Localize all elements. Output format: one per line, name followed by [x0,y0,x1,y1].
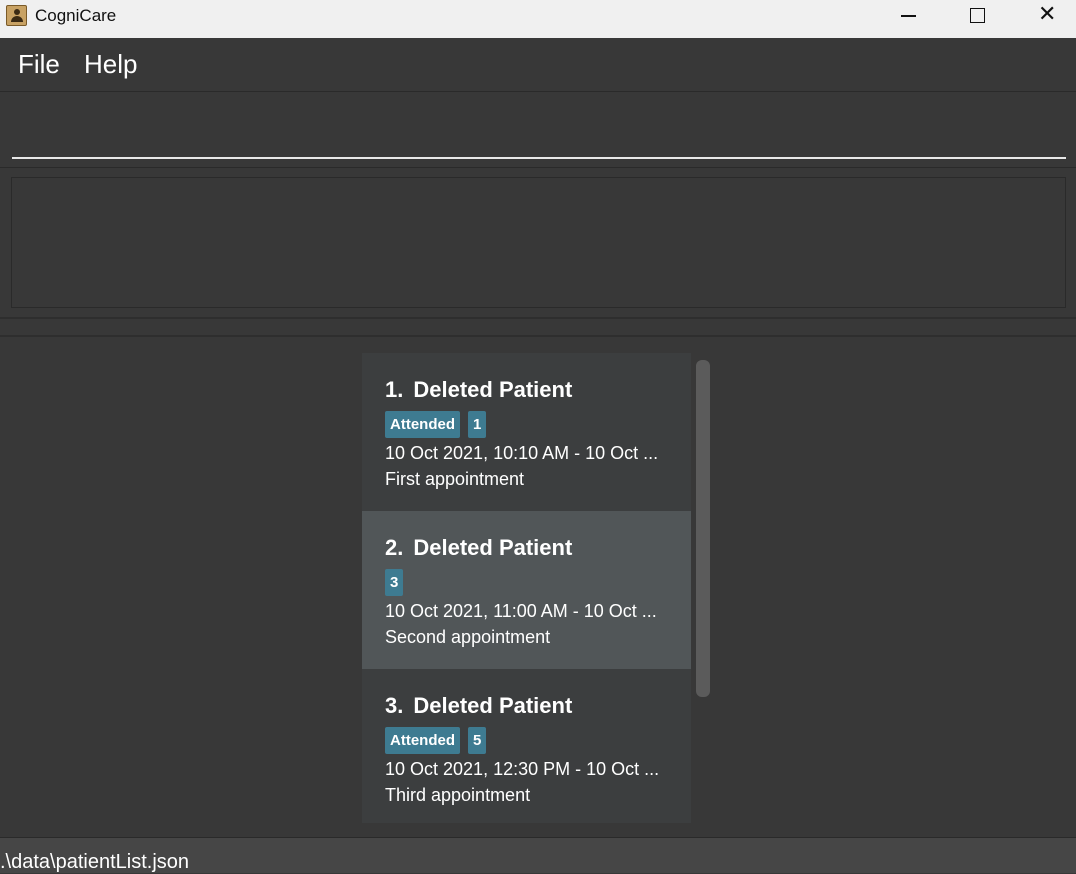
appointment-list-panel: 1. Deleted Patient Attended 1 10 Oct 2021, 1… [0,337,1076,837]
patient-name: Deleted Patient [413,535,573,560]
tag-row: Attended 1 [385,411,494,439]
tag-badge: 1 [468,411,487,438]
tag-badge: 3 [385,569,404,596]
window-title: CogniCare [35,6,117,25]
patient-name: Deleted Patient [413,693,573,718]
command-input[interactable] [12,103,1066,159]
appointment-index: 1. [385,377,404,402]
tag-row: Attended 5 [385,727,494,755]
appointment-index: 2. [385,535,404,560]
command-box-panel [0,93,1076,168]
close-button[interactable]: ✕ [1013,0,1076,32]
appointment-card[interactable]: 3. Deleted Patient Attended 5 10 Oct 2021, 1… [362,669,691,823]
close-icon: ✕ [1038,2,1057,27]
appointment-card[interactable]: 1. Deleted Patient Attended 1 10 Oct 2021, 1… [362,353,691,511]
appointment-card[interactable]: 2. Deleted Patient 3 10 Oct 2021, 11:00 AM … [362,511,691,669]
title-bar: CogniCare ✕ [0,0,1076,38]
minimize-button[interactable] [874,0,942,32]
appointment-description: First appointment [385,469,525,489]
appointment-description: Third appointment [385,785,531,805]
tag-row: 3 [385,569,411,597]
menu-bar: File Help [0,38,1076,92]
list-scrollbar[interactable] [696,360,710,697]
tag-badge: Attended [385,411,460,438]
contact-book-icon [6,5,27,26]
menu-file[interactable]: File [18,49,60,80]
appointment-time: 10 Oct 2021, 12:30 PM - 10 Oct ... [385,759,660,779]
appointment-time: 10 Oct 2021, 11:00 AM - 10 Oct ... [385,601,657,621]
maximize-icon [970,8,985,23]
appointment-time: 10 Oct 2021, 10:10 AM - 10 Oct ... [385,443,659,463]
tag-badge: Attended [385,727,460,754]
tag-badge: 5 [468,727,487,754]
appointment-index: 3. [385,693,404,718]
panel-divider [0,317,1076,337]
appointment-title: 3. Deleted Patient [385,693,572,719]
status-bar: .\data\patientList.json [0,837,1076,873]
menu-help[interactable]: Help [84,49,137,80]
result-display-panel [0,169,1076,317]
maximize-button[interactable] [943,0,1011,32]
appointment-description: Second appointment [385,627,551,647]
appointment-list[interactable]: 1. Deleted Patient Attended 1 10 Oct 2021, 1… [362,353,691,823]
save-location-path: .\data\patientList.json [0,851,190,873]
appointment-title: 2. Deleted Patient [385,535,572,561]
minimize-icon [901,15,916,17]
appointment-title: 1. Deleted Patient [385,377,572,403]
result-display [11,177,1066,308]
patient-name: Deleted Patient [413,377,573,402]
